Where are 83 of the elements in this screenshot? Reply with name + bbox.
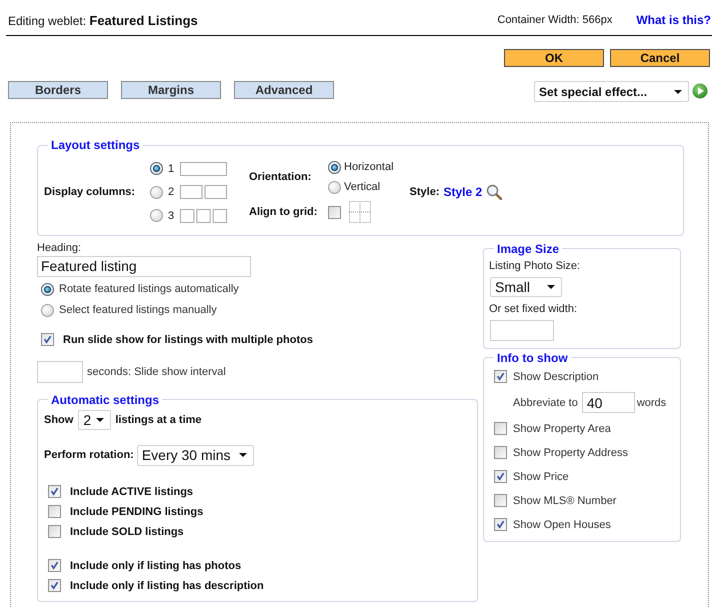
checkbox-label: Include PENDING listings <box>70 506 204 518</box>
page-title: Editing weblet: Featured Listings <box>8 12 198 28</box>
field-label: Display columns: <box>44 186 136 198</box>
checkbox[interactable] <box>328 206 341 218</box>
group-title: Automatic settings <box>50 392 160 406</box>
section-button[interactable]: Advanced <box>234 81 334 99</box>
section-button[interactable]: Borders <box>8 81 108 99</box>
checkbox[interactable] <box>48 485 61 498</box>
dropdown[interactable]: 2 <box>78 410 112 430</box>
checkbox[interactable] <box>494 494 507 507</box>
option-label: Vertical <box>344 181 380 193</box>
checkbox-label: Run slide show for listings with multiple photos <box>63 334 313 346</box>
field-label: Heading: <box>37 242 82 254</box>
radio-button[interactable] <box>328 180 341 194</box>
checkbox-label: Include SOLD listings <box>70 526 184 538</box>
option-label: 3 <box>168 210 176 222</box>
section-button[interactable]: Margins <box>121 81 221 99</box>
field-label: Or set fixed width: <box>489 302 578 316</box>
number-field[interactable]: 40 <box>582 392 635 413</box>
checkbox-label: Show Property Address <box>513 446 628 458</box>
option-label: 1 <box>168 162 176 175</box>
dialog-button[interactable]: OK <box>504 49 604 67</box>
container-width-text: Container Width: 566px <box>497 14 612 26</box>
search-icon[interactable] <box>486 184 502 200</box>
help-link[interactable]: What is this? <box>636 13 711 27</box>
field-label: Listing Photo Size: <box>489 260 582 272</box>
field-label: Perform rotation: <box>44 449 134 461</box>
field-label: Abbreviate to <box>513 396 578 408</box>
option-label: Horizontal <box>344 161 394 173</box>
play-icon[interactable] <box>692 83 708 99</box>
heading-field[interactable]: Featured listing <box>37 256 251 276</box>
checkbox-label: Include only if listing has description <box>70 580 264 592</box>
checkbox[interactable] <box>494 422 507 435</box>
column-layout-icon <box>180 185 227 200</box>
radio-button[interactable] <box>150 209 163 222</box>
option-label: 2 <box>168 186 176 198</box>
checkbox[interactable] <box>48 559 61 572</box>
radio-button[interactable] <box>41 282 54 296</box>
checkbox-label: Show Description <box>513 370 599 382</box>
checkbox[interactable] <box>494 370 507 383</box>
grid-icon <box>349 201 371 223</box>
radio-button[interactable] <box>328 160 341 174</box>
checkbox-label: Show Price <box>513 470 569 482</box>
dropdown[interactable]: Small <box>490 276 562 296</box>
option-label: Rotate featured listings automatically <box>59 283 239 295</box>
checkbox[interactable] <box>41 333 54 346</box>
input-field[interactable] <box>490 320 554 340</box>
group-title: Info to show <box>496 350 569 364</box>
checkbox[interactable] <box>494 470 507 483</box>
field-label: Show <box>44 414 74 426</box>
caret-icon <box>96 418 104 422</box>
option-label: Select featured listings manually <box>59 304 217 316</box>
checkbox[interactable] <box>494 446 507 459</box>
checkbox-label: Show Open Houses <box>513 518 611 530</box>
checkbox[interactable] <box>494 518 507 531</box>
dialog-button[interactable]: Cancel <box>610 49 710 67</box>
caret-icon <box>238 453 247 457</box>
field-label: Align to grid: <box>249 206 318 218</box>
input-field[interactable] <box>37 360 83 382</box>
checkbox[interactable] <box>48 525 61 538</box>
field-label: listings at a time <box>115 414 202 426</box>
checkbox-label: Show Property Area <box>513 422 611 434</box>
checkbox-label: Include ACTIVE listings <box>70 486 194 498</box>
caret-icon <box>547 284 555 288</box>
checkbox[interactable] <box>48 505 61 518</box>
radio-button[interactable] <box>150 162 163 176</box>
checkbox-label: Show MLS® Number <box>513 494 616 506</box>
field-label: Style: <box>410 186 440 198</box>
style-link[interactable]: Style 2 <box>444 185 482 200</box>
radio-button[interactable] <box>150 186 163 199</box>
dropdown[interactable]: Every 30 mins <box>136 444 254 466</box>
column-layout-icon <box>180 208 227 223</box>
radio-button[interactable] <box>41 304 54 316</box>
field-label: seconds: Slide show interval <box>87 366 226 378</box>
checkbox[interactable] <box>48 579 61 592</box>
caret-icon <box>674 90 682 94</box>
group-title: Image Size <box>496 242 560 256</box>
checkbox-label: Include only if listing has photos <box>70 560 242 572</box>
field-label: words <box>636 396 666 408</box>
group-title: Layout settings <box>50 138 141 152</box>
dropdown[interactable]: Set special effect... <box>534 81 689 102</box>
field-label: Orientation: <box>249 171 312 183</box>
column-layout-icon <box>180 162 227 176</box>
